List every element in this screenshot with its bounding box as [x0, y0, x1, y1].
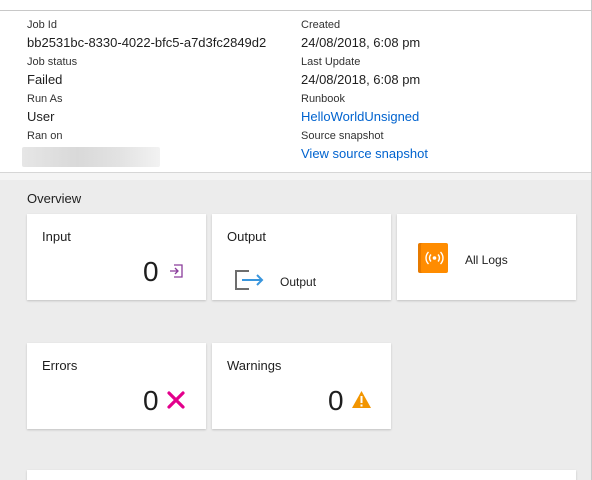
created-field: Created 24/08/2018, 6:08 pm	[301, 19, 420, 51]
overview-section: Overview Input 0 Output Output All Logs …	[0, 180, 591, 480]
ran-on-field: Ran on	[27, 130, 62, 143]
ran-on-label: Ran on	[27, 130, 63, 142]
run-as-label: Run As	[27, 93, 63, 105]
last-update-field: Last Update 24/08/2018, 6:08 pm	[301, 56, 420, 88]
all-logs-label: All Logs	[465, 253, 508, 267]
warnings-tile-title: Warnings	[227, 358, 282, 373]
warnings-count: 0	[328, 385, 344, 416]
runbook-label: Runbook	[301, 93, 346, 105]
run-as-value: User	[27, 109, 55, 124]
job-status-value: Failed	[27, 72, 63, 87]
output-tile[interactable]: Output Output	[212, 214, 391, 300]
additional-tile	[27, 470, 576, 480]
warnings-tile[interactable]: Warnings 0	[212, 343, 391, 429]
job-details-section: Job Id bb2531bc-8330-4022-bfc5-a7d3fc284…	[0, 11, 591, 172]
job-details-panel: Job Id bb2531bc-8330-4022-bfc5-a7d3fc284…	[0, 0, 592, 480]
error-x-icon	[167, 391, 185, 409]
output-tile-title: Output	[227, 229, 267, 244]
warning-triangle-icon	[351, 390, 372, 409]
section-divider	[0, 172, 591, 180]
runbook-field: Runbook HelloWorldUnsigned	[301, 93, 419, 125]
last-update-label: Last Update	[301, 56, 361, 68]
overview-title: Overview	[27, 191, 82, 206]
created-value: 24/08/2018, 6:08 pm	[301, 35, 421, 50]
errors-tile-title: Errors	[42, 358, 78, 373]
errors-count: 0	[143, 385, 159, 416]
input-tile[interactable]: Input 0	[27, 214, 206, 300]
output-tile-label: Output	[280, 275, 317, 289]
runbook-link[interactable]: HelloWorldUnsigned	[301, 108, 419, 125]
job-status-label: Job status	[27, 56, 78, 68]
created-label: Created	[301, 19, 341, 31]
input-arrow-icon	[168, 263, 184, 279]
job-id-value: bb2531bc-8330-4022-bfc5-a7d3fc2849d2	[27, 35, 267, 50]
input-tile-title: Input	[42, 229, 71, 244]
job-id-field: Job Id bb2531bc-8330-4022-bfc5-a7d3fc284…	[27, 19, 266, 51]
input-count: 0	[143, 256, 159, 287]
errors-tile[interactable]: Errors 0	[27, 343, 206, 429]
all-logs-tile[interactable]: All Logs	[397, 214, 576, 300]
ran-on-value-redacted	[22, 147, 160, 167]
run-as-field: Run As User	[27, 93, 62, 125]
source-snapshot-label: Source snapshot	[301, 130, 384, 142]
job-status-field: Job status Failed	[27, 56, 77, 88]
source-snapshot-field: Source snapshot View source snapshot	[301, 130, 428, 162]
last-update-value: 24/08/2018, 6:08 pm	[301, 72, 421, 87]
view-source-snapshot-link[interactable]: View source snapshot	[301, 145, 428, 162]
job-id-label: Job Id	[27, 19, 57, 31]
output-arrow-icon	[233, 268, 265, 292]
log-stream-icon	[418, 243, 448, 273]
